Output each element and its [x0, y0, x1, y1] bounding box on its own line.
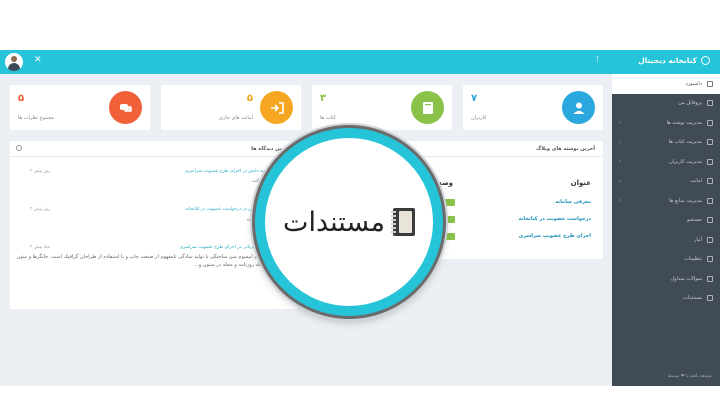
users-label: کاربران: [471, 115, 487, 121]
sidebar-item-label: مدیریت کتاب ها: [668, 139, 702, 146]
sidebar-item[interactable]: پروفایل من: [612, 94, 720, 114]
loans-label: امانت های جاری: [218, 115, 253, 121]
magnifier-lens: مستندات: [255, 128, 443, 316]
column-title: عنوان: [570, 179, 591, 187]
comments-count: ۵: [18, 93, 25, 104]
sidebar-item-label: مستندات: [683, 295, 702, 302]
sidebar-item[interactable]: مدیریت منابع ها ‹: [612, 191, 720, 211]
users-count: ۷: [471, 93, 478, 104]
chevron-left-icon: ‹: [619, 158, 622, 165]
menu-item-icon: [707, 119, 713, 126]
comment-time: ۳ روز پیش: [30, 207, 51, 212]
book-icon: [422, 101, 433, 114]
sidebar-item-label: پروفایل من: [678, 100, 702, 107]
sidebar-item[interactable]: تنظیمات: [612, 250, 720, 270]
sidebar-item[interactable]: مدیریت نوشته ها ‹: [612, 113, 720, 133]
menu-item-icon: [707, 275, 713, 282]
sidebar-item[interactable]: مدیریت کاربران ‹: [612, 152, 720, 172]
sidebar-item-label: جستجو: [687, 217, 702, 224]
top-bar: کتابخانه دیجیتال ⁝ ✕: [0, 50, 720, 74]
logo-icon: [701, 56, 710, 65]
menu-item-icon: [707, 100, 713, 107]
stat-card-books[interactable]: ۳ کتاب ها: [312, 85, 452, 130]
notebook-icon: [390, 208, 415, 236]
post-link[interactable]: درخواست عضویت در کتابخانه: [518, 216, 591, 222]
books-count: ۳: [320, 93, 327, 104]
sidebar-item-label: مدیریت منابع ها: [669, 197, 702, 204]
comment-time: ۳ روز پیش: [30, 169, 51, 174]
loans-count: ۵: [246, 93, 253, 104]
menu-item-icon: [707, 139, 713, 146]
chevron-left-icon: ‹: [619, 119, 622, 126]
menu-item-icon: [707, 236, 713, 243]
sidebar-item-label: مدیریت کاربران: [669, 158, 702, 165]
menu-item-icon: [707, 178, 713, 185]
chevron-left-icon: ‹: [619, 177, 622, 185]
sidebar-item[interactable]: امانت ‹: [612, 172, 720, 192]
comment-text: تشکرات: [252, 178, 270, 184]
menu-toggle-icon[interactable]: ⁝: [596, 55, 599, 65]
sidebar-item[interactable]: جستجو: [612, 211, 720, 231]
comments-icon: [119, 103, 132, 112]
stat-card-users[interactable]: ۷ کاربران: [463, 85, 603, 130]
sidebar-item-label: سوالات متداول: [670, 275, 702, 282]
menu-item-icon: [707, 217, 713, 224]
magnifier-content: مستندات: [265, 138, 433, 306]
loans-circle: [260, 91, 293, 124]
comment-meta[interactable]: رضا قربانی در اجرای طرح عضویت سراسری: [179, 245, 264, 250]
stat-card-comments[interactable]: ۵ مجموع نظرات ها: [10, 85, 150, 130]
books-label: کتاب ها: [320, 115, 336, 121]
comment-text: لورم ایپسوم متن ساختگی با تولید سادگی نا…: [16, 254, 264, 268]
panel-title: آخرین دیدگاه ها: [251, 145, 290, 152]
menu-item-icon: [707, 80, 713, 87]
sidebar-item[interactable]: مستندات: [612, 289, 720, 309]
books-circle: [411, 91, 444, 124]
gear-icon[interactable]: [16, 145, 22, 151]
comments-label: مجموع نظرات ها: [18, 115, 55, 121]
sidebar-item-label: داشبورد: [685, 80, 702, 87]
post-link[interactable]: معرفی سامانه: [555, 199, 591, 205]
panel-title: آخرین نوشته های وبلاگ: [536, 145, 595, 152]
sidebar-item-label: تنظیمات: [684, 256, 702, 263]
comment-time: ۳ ماه پیش: [30, 245, 50, 250]
chevron-left-icon: ‹: [619, 197, 622, 204]
menu-item-icon: [707, 197, 713, 204]
users-circle: [562, 91, 595, 124]
menu-item-icon: [707, 158, 713, 165]
sidebar-item-label: امانت: [690, 178, 702, 185]
sidebar-item-label: آمار: [693, 236, 702, 243]
menu-item-icon: [707, 295, 713, 302]
sidebar: داشبورد پروفایل من مدیریت نوشته ها ‹ مدیریت …: [612, 74, 720, 386]
close-icon[interactable]: ✕: [34, 55, 42, 65]
magnifier-label: مستندات: [283, 206, 385, 238]
user-icon: [573, 102, 584, 114]
signin-icon: [270, 101, 284, 114]
menu-item-icon: [707, 256, 713, 263]
comments-circle: [109, 91, 142, 124]
avatar-body: [8, 63, 20, 71]
avatar-head: [11, 56, 17, 62]
sidebar-item[interactable]: آمار: [612, 230, 720, 250]
sidebar-item[interactable]: داشبورد: [612, 74, 720, 94]
stat-card-loans[interactable]: ۵ امانت های جاری: [161, 85, 301, 130]
sidebar-footer: توسعه یافته با ❤ توسط: [667, 374, 712, 379]
brand[interactable]: کتابخانه دیجیتال: [638, 56, 710, 65]
sidebar-item[interactable]: سوالات متداول: [612, 269, 720, 289]
sidebar-item[interactable]: مدیریت کتاب ها ‹: [612, 133, 720, 153]
user-avatar[interactable]: [5, 53, 23, 71]
post-link[interactable]: اجرای طرح عضویت سراسری: [519, 233, 591, 239]
sidebar-item-label: مدیریت نوشته ها: [666, 119, 702, 126]
brand-title: کتابخانه دیجیتال: [638, 56, 697, 65]
panel-header: آخرین دیدگاه ها: [10, 141, 298, 157]
comment-text: بسیار عالی: [246, 216, 270, 222]
chevron-left-icon: ‹: [619, 138, 622, 146]
comment-meta[interactable]: توحید دانش در اجرای طرح عضویت سراسری: [185, 169, 270, 174]
